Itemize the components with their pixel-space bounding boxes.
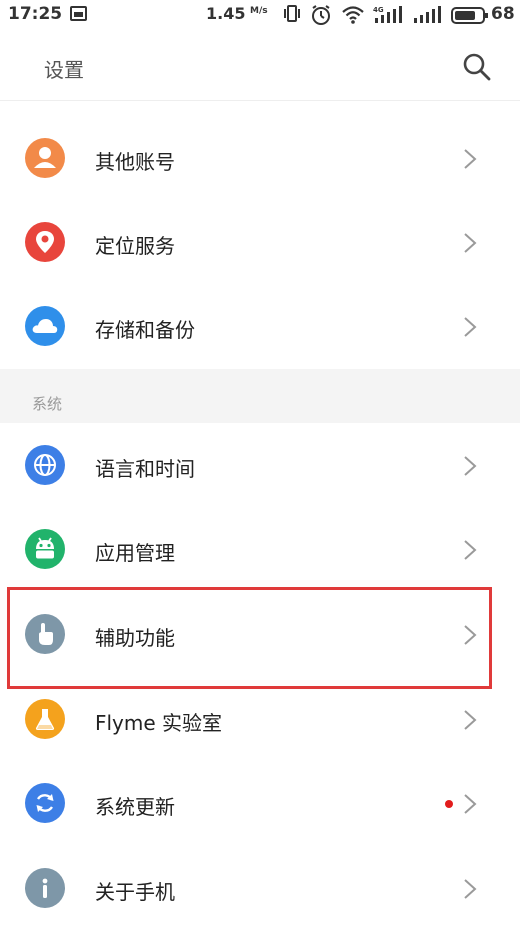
account-icon: [25, 138, 65, 178]
chevron-right-icon: [464, 794, 477, 814]
update-badge-dot: [445, 800, 453, 808]
android-icon: [25, 529, 65, 569]
wifi-icon: [342, 6, 364, 24]
battery-level: 68: [491, 4, 515, 24]
settings-item-label: 存储和备份: [95, 318, 195, 342]
settings-item-label: Flyme 实验室: [95, 711, 223, 735]
chevron-right-icon: [464, 149, 477, 169]
status-time: 17:25: [8, 4, 63, 24]
chevron-right-icon: [464, 233, 477, 253]
highlight-box: [7, 587, 492, 689]
info-icon: [25, 868, 65, 908]
section-label: 系统: [32, 395, 63, 413]
refresh-icon: [25, 783, 65, 823]
svg-text:4G: 4G: [373, 6, 384, 14]
settings-item-app-management[interactable]: 应用管理: [0, 508, 520, 592]
signal-icon: [414, 6, 441, 23]
battery-icon: [451, 7, 488, 24]
settings-item-label: 系统更新: [95, 795, 175, 819]
search-icon[interactable]: [462, 52, 492, 82]
settings-item-about-phone[interactable]: 关于手机: [0, 847, 520, 931]
settings-item-label: 关于手机: [95, 880, 175, 904]
chevron-right-icon: [464, 456, 477, 476]
chevron-right-icon: [464, 879, 477, 899]
settings-item-storage-backup[interactable]: 存储和备份: [0, 285, 520, 369]
chevron-right-icon: [464, 710, 477, 730]
network-speed: 1.45: [206, 4, 246, 23]
app-header: 设置: [0, 30, 520, 101]
settings-item-other-accounts[interactable]: 其他账号: [0, 117, 520, 201]
chevron-right-icon: [464, 540, 477, 560]
settings-item-system-update[interactable]: 系统更新: [0, 762, 520, 846]
settings-item-label: 其他账号: [95, 150, 175, 174]
alarm-icon: [312, 5, 330, 25]
status-bar: 17:25 1.45 M/s 4G 68: [0, 0, 520, 30]
notification-image-icon: [70, 6, 87, 21]
vibrate-icon: [284, 5, 300, 22]
section-header-system: 系统: [0, 369, 520, 423]
cloud-icon: [25, 306, 65, 346]
settings-item-label: 语言和时间: [95, 457, 195, 481]
network-speed-unit: M/s: [250, 6, 268, 16]
chevron-right-icon: [464, 317, 477, 337]
location-pin-icon: [25, 222, 65, 262]
globe-icon: [25, 445, 65, 485]
flask-icon: [25, 699, 65, 739]
signal-4g-icon: 4G: [373, 6, 402, 23]
settings-item-flyme-lab[interactable]: Flyme 实验室: [0, 678, 520, 762]
settings-item-label: 应用管理: [95, 541, 175, 565]
settings-item-label: 定位服务: [95, 234, 175, 258]
settings-item-language-time[interactable]: 语言和时间: [0, 424, 520, 508]
settings-item-location[interactable]: 定位服务: [0, 201, 520, 285]
page-title: 设置: [44, 58, 84, 82]
